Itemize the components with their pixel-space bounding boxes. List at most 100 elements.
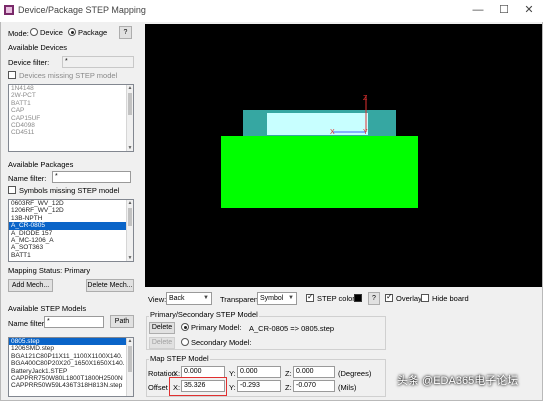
models-list-item[interactable]: BGA400C80P20X20_1650X1650X140. — [9, 360, 133, 367]
secondary-model-radio[interactable]: Secondary Model: — [181, 338, 251, 347]
maximize-icon[interactable]: ☐ — [494, 3, 514, 17]
scroll-thumb[interactable] — [128, 208, 132, 226]
mode-package-radio[interactable]: Package — [68, 28, 107, 37]
primary-model-label: Primary Model: — [191, 323, 242, 332]
package-filter-input[interactable]: * — [52, 171, 131, 183]
scroll-down-icon[interactable]: ▼ — [127, 255, 133, 261]
devices-list-item[interactable]: CAP15UF — [9, 115, 133, 122]
offset-y-label: Y: — [229, 383, 236, 392]
overlay-label: Overlay — [396, 294, 422, 303]
radio-checked-icon — [181, 323, 189, 331]
z-axis-label: Z — [363, 95, 368, 102]
models-list-item[interactable]: CAPPRR50W59L436T318H813N.step — [9, 382, 133, 389]
models-scrollbar[interactable]: ▲ — [126, 338, 133, 396]
models-list-item[interactable]: BGA121C80P11X11_1100X1100X140. — [9, 353, 133, 360]
offset-z-label: Z: — [285, 383, 292, 392]
view-help-button[interactable]: ? — [368, 292, 380, 305]
models-list-item[interactable]: 0805.step — [9, 338, 133, 346]
scroll-up-icon[interactable]: ▲ — [127, 338, 133, 344]
transparent-label: Transparent: — [220, 295, 263, 304]
mapping-status: Mapping Status: Primary — [8, 266, 91, 275]
offset-x-highlight — [169, 377, 227, 396]
devices-list-item[interactable]: CAP — [9, 107, 133, 114]
models-list-item[interactable]: BatteryJack1.STEP — [9, 368, 133, 375]
view-select[interactable]: Back ▼ — [166, 292, 212, 305]
overlay-checkbox[interactable]: Overlay — [385, 292, 422, 303]
view-select-value: Back — [169, 295, 185, 302]
offset-y-input[interactable]: -0.293 — [237, 380, 281, 392]
packages-list-item[interactable]: A_SOT363 — [9, 244, 133, 251]
models-list-item[interactable]: CAPPRR750W80L1800T1800H2500N — [9, 375, 133, 382]
model-filter-input[interactable]: * — [44, 316, 104, 328]
chevron-down-icon: ▼ — [288, 295, 294, 301]
add-mech-button[interactable]: Add Mech... — [8, 279, 53, 292]
devices-list-item[interactable]: BATT1 — [9, 100, 133, 107]
map-step-header: Map STEP Model — [149, 354, 210, 363]
delete-mech-button[interactable]: Delete Mech... — [86, 279, 134, 292]
checkbox-icon — [8, 186, 16, 194]
devices-scrollbar[interactable]: ▲ ▼ — [126, 85, 133, 151]
radio-checked-icon — [68, 28, 76, 36]
y-axis-label: Y — [363, 129, 368, 136]
hide-board-checkbox[interactable]: Hide board — [421, 294, 469, 303]
mils-unit-label: (Mils) — [338, 383, 357, 392]
packages-list-item[interactable]: A_DIODE 157 — [9, 230, 133, 237]
transparent-select[interactable]: Symbol ▼ — [257, 292, 297, 305]
path-button[interactable]: Path — [110, 315, 134, 328]
chevron-down-icon: ▼ — [203, 295, 209, 301]
offset-z-input[interactable]: -0.070 — [293, 380, 335, 392]
models-list-item[interactable]: 1206SMD.step — [9, 345, 133, 352]
device-filter-label: Device filter: — [8, 58, 50, 67]
checkbox-icon — [8, 71, 16, 79]
available-devices-header: Available Devices — [8, 43, 68, 52]
transparent-select-value: Symbol — [260, 295, 284, 302]
available-step-models-header: Available STEP Models — [8, 304, 87, 313]
scroll-thumb[interactable] — [128, 346, 132, 372]
mode-help-button[interactable]: ? — [119, 26, 132, 39]
radio-icon — [181, 338, 189, 346]
scroll-down-icon[interactable]: ▼ — [127, 145, 133, 151]
app-icon — [4, 5, 14, 15]
symbols-missing-checkbox[interactable]: Symbols missing STEP model — [8, 186, 119, 195]
packages-list-item[interactable]: 1206RF_WV_12D — [9, 207, 133, 214]
devices-list-item[interactable]: CD4511 — [9, 129, 133, 136]
delete-secondary-button[interactable]: Delete — [149, 337, 175, 349]
window-title: Device/Package STEP Mapping — [18, 5, 146, 15]
step-color-swatch[interactable] — [354, 294, 362, 303]
rotation-z-input[interactable]: 0.000 — [293, 366, 335, 378]
rotation-y-input[interactable]: 0.000 — [237, 366, 281, 378]
packages-list-item[interactable]: A_CR-0805 — [9, 222, 133, 230]
packages-list[interactable]: 0603RF_WV_12D 1206RF_WV_12D 13B-NPTH A_CR-0… — [8, 199, 134, 262]
devices-list-item[interactable]: CD4098 — [9, 122, 133, 129]
delete-primary-button[interactable]: Delete — [149, 322, 175, 334]
packages-list-item[interactable]: 13B-NPTH — [9, 215, 133, 222]
mode-label: Mode: — [8, 29, 29, 38]
packages-scrollbar[interactable]: ▲ ▼ — [126, 200, 133, 261]
devices-missing-checkbox[interactable]: Devices missing STEP model — [8, 71, 117, 80]
scroll-up-icon[interactable]: ▲ — [127, 200, 133, 206]
step-color-checkbox[interactable]: STEP color — [306, 292, 355, 303]
minimize-icon[interactable]: — — [468, 3, 488, 17]
watermark-text: 头条 @EDA365电子论坛 — [397, 375, 519, 387]
primary-model-radio[interactable]: Primary Model: — [181, 323, 241, 332]
devices-list[interactable]: 1N4148 2W-PCT BATT1 CAP CAP15UF CD4098 CD4511 … — [8, 84, 134, 152]
packages-list-item[interactable]: BATT1 — [9, 252, 133, 259]
model-filter-label: Name filter: — [8, 319, 47, 328]
scroll-thumb[interactable] — [128, 93, 132, 115]
device-filter-input[interactable]: * — [62, 56, 134, 68]
rotation-z-label: Z: — [285, 369, 292, 378]
mode-device-radio[interactable]: Device — [30, 28, 63, 37]
step-3d-viewport[interactable]: Z X Y — [145, 24, 542, 287]
devices-list-item[interactable]: 1N4148 — [9, 85, 133, 92]
close-icon[interactable]: ✕ — [519, 3, 539, 17]
packages-list-item[interactable]: A_MC-1206_A — [9, 237, 133, 244]
mode-package-label: Package — [78, 28, 108, 37]
packages-list-item[interactable]: 0603RF_WV_12D — [9, 200, 133, 207]
x-axis-label: X — [330, 129, 335, 136]
hide-board-label: Hide board — [432, 294, 469, 303]
devices-missing-label: Devices missing STEP model — [19, 71, 118, 80]
devices-list-item[interactable]: 2W-PCT — [9, 92, 133, 99]
scroll-up-icon[interactable]: ▲ — [127, 85, 133, 91]
pcb-board — [221, 136, 418, 208]
step-models-list[interactable]: 0805.step 1206SMD.step BGA121C80P11X11_110… — [8, 337, 134, 397]
